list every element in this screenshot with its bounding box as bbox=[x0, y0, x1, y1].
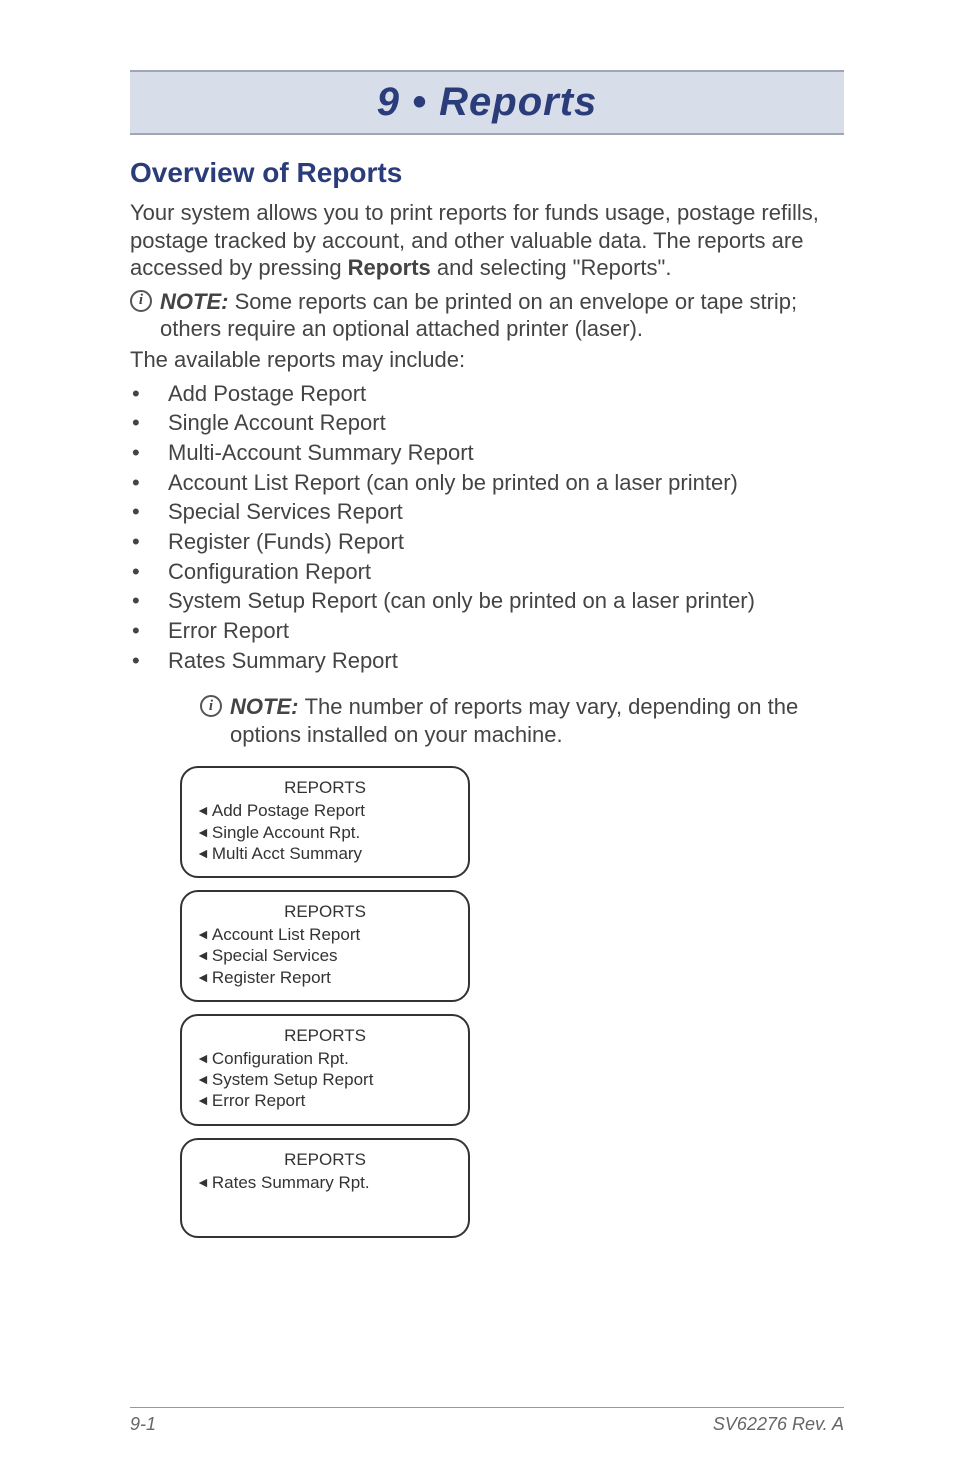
bullet-icon: • bbox=[130, 408, 168, 438]
bullet-icon: • bbox=[130, 586, 168, 616]
triangle-left-icon: ◄ bbox=[196, 1174, 210, 1192]
note-1-text: NOTE: Some reports can be printed on an … bbox=[160, 288, 844, 343]
page-number: 9-1 bbox=[130, 1414, 156, 1435]
screen-item: ◄Single Account Rpt. bbox=[196, 822, 454, 843]
screen-item-label: Configuration Rpt. bbox=[212, 1048, 349, 1069]
list-item: •Add Postage Report bbox=[130, 379, 844, 409]
triangle-left-icon: ◄ bbox=[196, 969, 210, 987]
screen-item-label: Single Account Rpt. bbox=[212, 822, 360, 843]
screen-item: ◄Add Postage Report bbox=[196, 800, 454, 821]
list-item: •Single Account Report bbox=[130, 408, 844, 438]
note-1-sep: : bbox=[221, 289, 234, 314]
bullet-icon: • bbox=[130, 557, 168, 587]
bullet-icon: • bbox=[130, 468, 168, 498]
list-item-text: Configuration Report bbox=[168, 557, 844, 587]
bullet-icon: • bbox=[130, 646, 168, 676]
list-item-text: Multi-Account Summary Report bbox=[168, 438, 844, 468]
triangle-left-icon: ◄ bbox=[196, 802, 210, 820]
section-heading: Overview of Reports bbox=[130, 157, 844, 189]
bullet-icon: • bbox=[130, 438, 168, 468]
list-item: •Multi-Account Summary Report bbox=[130, 438, 844, 468]
screen-panel: REPORTS ◄Account List Report ◄Special Se… bbox=[180, 890, 470, 1002]
triangle-left-icon: ◄ bbox=[196, 845, 210, 863]
list-item-text: Rates Summary Report bbox=[168, 646, 844, 676]
list-item-text: Special Services Report bbox=[168, 497, 844, 527]
page-footer: 9-1 SV62276 Rev. A bbox=[130, 1407, 844, 1435]
note-2-sep: : bbox=[291, 694, 304, 719]
list-item-text: Account List Report (can only be printed… bbox=[168, 468, 844, 498]
bullet-icon: • bbox=[130, 616, 168, 646]
bullet-icon: • bbox=[130, 379, 168, 409]
screen-title: REPORTS bbox=[196, 1026, 454, 1046]
screen-panel: REPORTS ◄Configuration Rpt. ◄System Setu… bbox=[180, 1014, 470, 1126]
note-1-body: Some reports can be printed on an envelo… bbox=[160, 289, 797, 342]
note-1-label: NOTE bbox=[160, 289, 221, 314]
screen-item: ◄Special Services bbox=[196, 945, 454, 966]
screen-item: ◄Register Report bbox=[196, 967, 454, 988]
list-item: •Account List Report (can only be printe… bbox=[130, 468, 844, 498]
list-item-text: System Setup Report (can only be printed… bbox=[168, 586, 844, 616]
chapter-title: 9 • Reports bbox=[130, 80, 844, 125]
list-item-text: Add Postage Report bbox=[168, 379, 844, 409]
screen-item: ◄System Setup Report bbox=[196, 1069, 454, 1090]
screen-item: ◄Error Report bbox=[196, 1090, 454, 1111]
screen-item: ◄Multi Acct Summary bbox=[196, 843, 454, 864]
triangle-left-icon: ◄ bbox=[196, 947, 210, 965]
screen-item-label: Rates Summary Rpt. bbox=[212, 1172, 370, 1193]
screen-item: ◄Rates Summary Rpt. bbox=[196, 1172, 454, 1193]
note-2-text: NOTE: The number of reports may vary, de… bbox=[230, 693, 844, 748]
list-item: •Register (Funds) Report bbox=[130, 527, 844, 557]
reports-list: •Add Postage Report •Single Account Repo… bbox=[130, 379, 844, 676]
list-item: •Special Services Report bbox=[130, 497, 844, 527]
note-2-body: The number of reports may vary, dependin… bbox=[230, 694, 798, 747]
document-page: 9 • Reports Overview of Reports Your sys… bbox=[0, 0, 954, 1475]
chapter-banner: 9 • Reports bbox=[130, 70, 844, 135]
triangle-left-icon: ◄ bbox=[196, 1092, 210, 1110]
screen-item-label: System Setup Report bbox=[212, 1069, 374, 1090]
list-item-text: Error Report bbox=[168, 616, 844, 646]
list-item: •Rates Summary Report bbox=[130, 646, 844, 676]
triangle-left-icon: ◄ bbox=[196, 1071, 210, 1089]
screen-item-label: Register Report bbox=[212, 967, 331, 988]
triangle-left-icon: ◄ bbox=[196, 926, 210, 944]
screen-mockups: REPORTS ◄Add Postage Report ◄Single Acco… bbox=[180, 766, 844, 1237]
list-item-text: Single Account Report bbox=[168, 408, 844, 438]
info-icon: i bbox=[200, 695, 222, 717]
triangle-left-icon: ◄ bbox=[196, 824, 210, 842]
screen-item-label: Error Report bbox=[212, 1090, 306, 1111]
screen-panel: REPORTS ◄Add Postage Report ◄Single Acco… bbox=[180, 766, 470, 878]
intro-text-bold: Reports bbox=[348, 255, 431, 280]
note-2-label: NOTE bbox=[230, 694, 291, 719]
screen-title: REPORTS bbox=[196, 902, 454, 922]
screen-title: REPORTS bbox=[196, 1150, 454, 1170]
screen-panel: REPORTS ◄Rates Summary Rpt. bbox=[180, 1138, 470, 1238]
doc-id: SV62276 Rev. A bbox=[713, 1414, 844, 1435]
list-item-text: Register (Funds) Report bbox=[168, 527, 844, 557]
list-item: •Configuration Report bbox=[130, 557, 844, 587]
intro-text-post: and selecting "Reports". bbox=[431, 255, 672, 280]
info-icon: i bbox=[130, 290, 152, 312]
screen-item-label: Add Postage Report bbox=[212, 800, 365, 821]
note-1: i NOTE: Some reports can be printed on a… bbox=[130, 288, 844, 343]
bullet-icon: • bbox=[130, 497, 168, 527]
screen-title: REPORTS bbox=[196, 778, 454, 798]
available-line: The available reports may include: bbox=[130, 347, 844, 373]
list-item: •System Setup Report (can only be printe… bbox=[130, 586, 844, 616]
screen-item-label: Special Services bbox=[212, 945, 338, 966]
screen-item: ◄Configuration Rpt. bbox=[196, 1048, 454, 1069]
screen-item-label: Account List Report bbox=[212, 924, 360, 945]
list-item: •Error Report bbox=[130, 616, 844, 646]
screen-item-label: Multi Acct Summary bbox=[212, 843, 362, 864]
screen-item: ◄Account List Report bbox=[196, 924, 454, 945]
note-2: i NOTE: The number of reports may vary, … bbox=[200, 693, 844, 748]
bullet-icon: • bbox=[130, 527, 168, 557]
triangle-left-icon: ◄ bbox=[196, 1050, 210, 1068]
intro-paragraph: Your system allows you to print reports … bbox=[130, 199, 844, 282]
